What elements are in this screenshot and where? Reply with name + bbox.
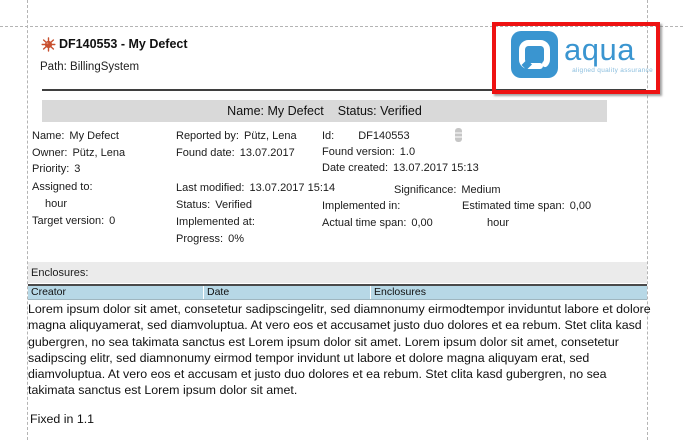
enclosures-table-header: Creator Date Enclosures [28, 286, 647, 300]
field-priority: Priority:3 [32, 163, 80, 175]
field-assigned-to: Assigned to: [32, 181, 98, 193]
title-bar-status: Status: Verified [338, 104, 422, 118]
report-title-bar: Name: My Defect Status: Verified [42, 100, 607, 122]
enclosures-section-label: Enclosures: [31, 267, 88, 279]
defect-path: Path: BillingSystem [40, 61, 139, 73]
grip-icon [455, 128, 462, 142]
aqua-logo-icon [511, 31, 558, 78]
column-header-enclosures: Enclosures [371, 286, 647, 299]
field-owner: Owner:Pütz, Lena [32, 147, 125, 159]
defect-title: DF140553 - My Defect [59, 37, 188, 51]
field-implemented-at: Implemented at: [176, 216, 255, 228]
fixed-in-note: Fixed in 1.1 [30, 412, 94, 426]
field-hour-unit-left: hour [45, 198, 67, 210]
field-hour-unit-right: hour [487, 217, 509, 229]
field-actual-time-span: Actual time span:0,00 [322, 217, 433, 229]
field-progress: Progress:0% [176, 233, 244, 245]
field-name: Name:My Defect [32, 130, 119, 142]
enclosures-section-band: Enclosures: [28, 262, 647, 283]
defect-description: Lorem ipsum dolor sit amet, consetetur s… [28, 301, 652, 399]
field-estimated-time-span: Estimated time span:0,00 [462, 200, 591, 212]
aqua-logo-wordmark: aqua [564, 34, 635, 65]
field-id: Id:DF140553 [322, 130, 410, 142]
column-header-date: Date [204, 286, 371, 299]
field-found-date: Found date:13.07.2017 [176, 147, 295, 159]
field-target-version: Target version:0 [32, 215, 115, 227]
field-found-version: Found version:1.0 [322, 146, 415, 158]
defect-bug-icon [41, 37, 56, 52]
field-last-modified: Last modified:13.07.2017 15:14 [176, 182, 335, 194]
report-preview-page: DF140553 - My Defect Path: BillingSystem… [0, 0, 683, 440]
field-reported-by: Reported by:Pütz, Lena [176, 130, 297, 142]
column-header-creator: Creator [28, 286, 204, 299]
field-date-created: Date created:13.07.2017 15:13 [322, 162, 479, 174]
aqua-logo-tagline: aligned quality assurance [566, 67, 653, 74]
field-implemented-in: Implemented in: [322, 200, 400, 212]
field-significance: Significance:Medium [394, 184, 501, 196]
title-bar-name: Name: My Defect [227, 104, 324, 118]
enclosures-table: Creator Date Enclosures [28, 284, 647, 300]
field-status: Status:Verified [176, 199, 252, 211]
